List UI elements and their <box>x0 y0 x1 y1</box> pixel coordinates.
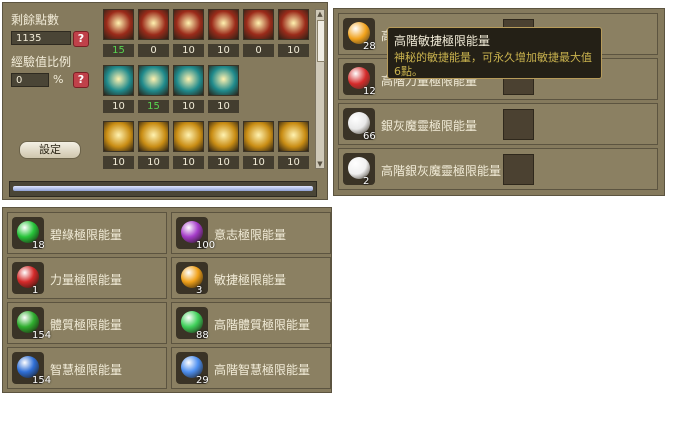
energy-count: 29 <box>196 375 209 386</box>
tooltip-title: 高階敏捷極限能量 <box>394 34 491 48</box>
energy-slot-row[interactable]: 2 高階銀灰魔靈極限能量 <box>338 148 658 190</box>
skill-level: 0 <box>138 44 169 57</box>
energy-item[interactable]: 1 力量極限能量 <box>7 257 167 299</box>
skill-slot[interactable] <box>138 9 169 40</box>
energy-count: 100 <box>196 240 216 251</box>
exp-ratio-unit: % <box>53 73 64 86</box>
energy-item[interactable]: 154 智慧極限能量 <box>7 347 167 389</box>
energy-orb-icon: 1 <box>12 262 44 296</box>
skill-level: 10 <box>173 156 204 169</box>
energy-count: 1 <box>32 285 39 296</box>
skill-slot[interactable] <box>138 121 169 152</box>
energy-slot-row[interactable]: 66 銀灰魔靈極限能量 <box>338 103 658 145</box>
energy-orb-icon: 154 <box>12 307 51 341</box>
energy-item[interactable]: 18 碧綠極限能量 <box>7 212 167 254</box>
energy-count: 66 <box>363 131 376 142</box>
scroll-thumb[interactable] <box>317 20 325 62</box>
skill-level: 15 <box>138 100 169 113</box>
energy-name: 智慧極限能量 <box>50 363 123 377</box>
skill-slot[interactable] <box>243 121 274 152</box>
energy-count: 18 <box>32 240 45 251</box>
skill-slot[interactable] <box>173 65 204 96</box>
energy-item[interactable]: 3 敏捷極限能量 <box>171 257 331 299</box>
skill-level: 10 <box>278 44 309 57</box>
energy-orb-icon: 3 <box>176 262 208 296</box>
skill-slot[interactable] <box>138 65 169 96</box>
energy-count: 2 <box>363 176 370 187</box>
skill-slot[interactable] <box>103 65 134 96</box>
skill-level: 15 <box>103 44 134 57</box>
skill-level: 10 <box>103 156 134 169</box>
exp-ratio-value[interactable]: 0 <box>11 73 49 87</box>
remaining-points-help-icon[interactable]: ? <box>73 31 89 47</box>
energy-item[interactable]: 100 意志極限能量 <box>171 212 331 254</box>
skill-level: 10 <box>208 100 239 113</box>
skill-level: 10 <box>138 156 169 169</box>
skill-panel: 剩餘點數 1135 ? 經驗值比例 0 % ? 設定 15 0 10 10 0 10 10 1… <box>2 2 328 200</box>
scroll-up-icon[interactable]: ▲ <box>316 10 324 18</box>
skill-level: 10 <box>208 156 239 169</box>
energy-count: 154 <box>32 330 52 341</box>
energy-name: 體質極限能量 <box>50 318 123 332</box>
skill-slot[interactable] <box>208 65 239 96</box>
skill-level: 10 <box>103 100 134 113</box>
energy-name: 高階銀灰魔靈極限能量 <box>381 164 502 178</box>
experience-bar-fill <box>13 186 313 191</box>
skill-slot[interactable] <box>103 9 134 40</box>
skill-level: 10 <box>208 44 239 57</box>
energy-orb-icon: 66 <box>343 108 376 142</box>
skill-level: 10 <box>243 156 274 169</box>
skill-slot[interactable] <box>278 9 309 40</box>
skill-level: 10 <box>278 156 309 169</box>
skill-slot[interactable] <box>278 121 309 152</box>
skill-slot[interactable] <box>173 121 204 152</box>
energy-name: 力量極限能量 <box>50 273 123 287</box>
item-tooltip: 高階敏捷極限能量 神秘的敏捷能量，可永久增加敏捷最大值6點。 <box>387 27 602 79</box>
energy-count: 88 <box>196 330 209 341</box>
skill-scrollbar[interactable]: ▲ ▼ <box>315 9 325 169</box>
energy-name: 高階體質極限能量 <box>214 318 311 332</box>
energy-item[interactable]: 154 體質極限能量 <box>7 302 167 344</box>
energy-name: 意志極限能量 <box>214 228 287 242</box>
energy-count: 154 <box>32 375 52 386</box>
energy-orb-icon: 12 <box>343 63 376 97</box>
energy-orb-icon: 88 <box>176 307 209 341</box>
energy-count: 28 <box>363 41 376 52</box>
settings-button[interactable]: 設定 <box>19 141 81 159</box>
energy-name: 高階智慧極限能量 <box>214 363 311 377</box>
remaining-points-label: 剩餘點數 <box>11 13 60 27</box>
skill-level: 10 <box>173 44 204 57</box>
energy-orb-icon: 2 <box>343 153 375 187</box>
skill-slot[interactable] <box>208 121 239 152</box>
energy-count: 12 <box>363 86 376 97</box>
energy-count: 3 <box>196 285 203 296</box>
skill-slot[interactable] <box>173 9 204 40</box>
skill-level: 0 <box>243 44 274 57</box>
remaining-points-value: 1135 <box>11 31 71 45</box>
tooltip-description: 神秘的敏捷能量，可永久增加敏捷最大值6點。 <box>394 51 592 78</box>
empty-slot[interactable] <box>503 109 534 140</box>
skill-slot[interactable] <box>243 9 274 40</box>
scroll-down-icon[interactable]: ▼ <box>316 160 324 168</box>
energy-orb-icon: 18 <box>12 217 45 251</box>
energy-orb-icon: 28 <box>343 18 376 52</box>
energy-orb-icon: 29 <box>176 352 209 386</box>
skill-level: 10 <box>173 100 204 113</box>
exp-ratio-help-icon[interactable]: ? <box>73 72 89 88</box>
energy-name: 碧綠極限能量 <box>50 228 123 242</box>
skill-slot[interactable] <box>103 121 134 152</box>
energy-name: 敏捷極限能量 <box>214 273 287 287</box>
energy-list-panel: 18 碧綠極限能量 100 意志極限能量 1 力量極限能量 3 敏捷極限能量 154 體質極限能量… <box>2 207 332 393</box>
skill-slot[interactable] <box>208 9 239 40</box>
experience-bar <box>9 181 317 197</box>
energy-item[interactable]: 88 高階體質極限能量 <box>171 302 331 344</box>
exp-ratio-label: 經驗值比例 <box>11 55 72 69</box>
energy-orb-icon: 154 <box>12 352 51 386</box>
energy-item[interactable]: 29 高階智慧極限能量 <box>171 347 331 389</box>
empty-slot[interactable] <box>503 154 534 185</box>
energy-name: 銀灰魔靈極限能量 <box>381 119 478 133</box>
energy-orb-icon: 100 <box>176 217 215 251</box>
